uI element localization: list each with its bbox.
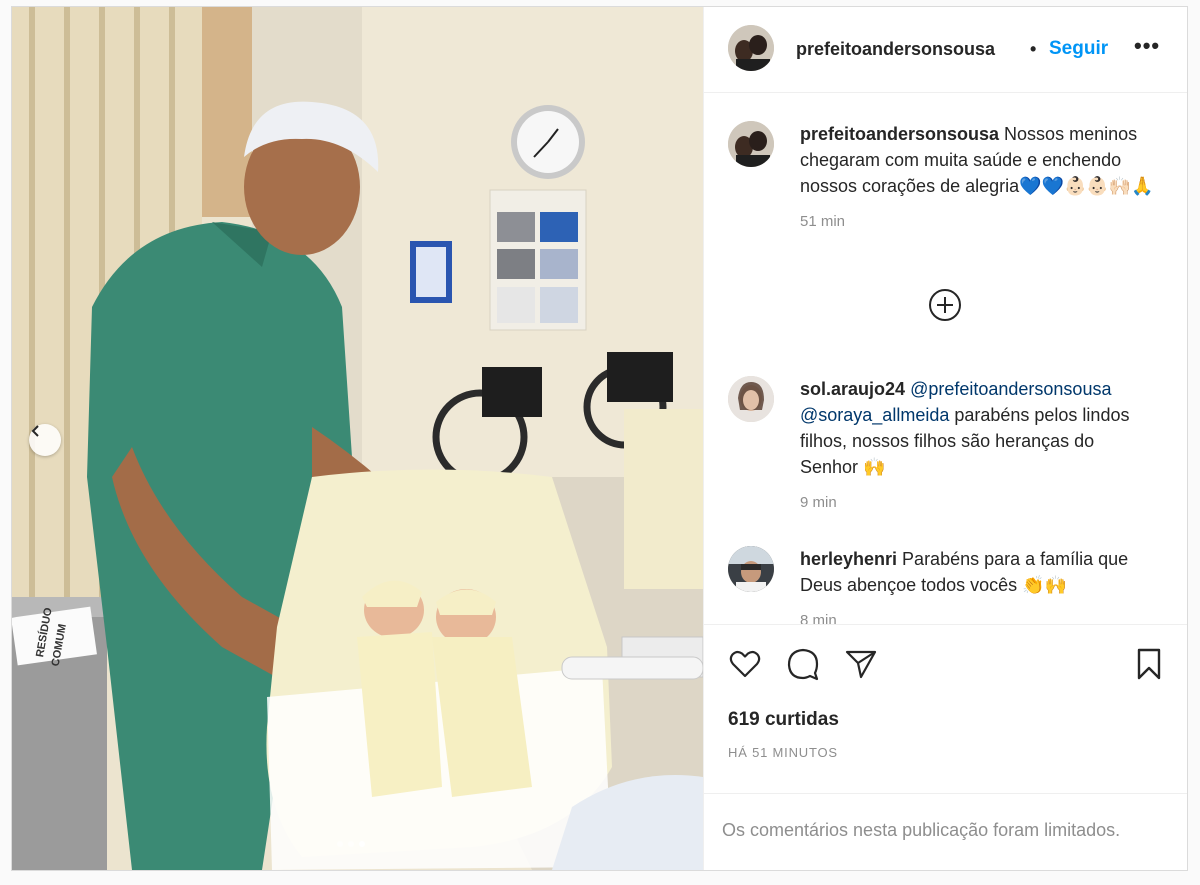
commenter-avatar[interactable] (728, 546, 774, 592)
carousel-indicator (337, 841, 365, 847)
comment-icon (787, 648, 819, 681)
plus-circle-icon (929, 289, 961, 321)
avatar-image (728, 546, 774, 592)
post-photo[interactable]: RESÍDUO COMUM (12, 7, 703, 870)
carousel-dot (348, 841, 354, 847)
post-modal: RESÍDUO COMUM prefeitoandersonsousa • Se… (11, 6, 1188, 871)
mention-link[interactable]: @soraya_allmeida (800, 405, 949, 425)
avatar-image (728, 25, 774, 71)
author-username[interactable]: prefeitoandersonsousa (796, 39, 995, 60)
caption-body: prefeitoandersonsousa Nossos meninos che… (800, 121, 1155, 231)
photo-illustration: RESÍDUO COMUM (12, 7, 703, 870)
post-sidebar: prefeitoandersonsousa • Seguir ••• prefe… (703, 7, 1187, 870)
save-button[interactable] (1132, 647, 1166, 681)
commenter-avatar[interactable] (728, 376, 774, 422)
post-header: prefeitoandersonsousa • Seguir ••• (704, 7, 1187, 93)
caption-time: 51 min (800, 213, 846, 230)
avatar-image (728, 121, 774, 167)
mention-link[interactable]: @prefeitoandersonsousa (910, 379, 1111, 399)
comment-button[interactable] (786, 647, 820, 681)
commenter-username[interactable]: sol.araujo24 (800, 379, 905, 399)
carousel-dot-active (359, 841, 365, 847)
heart-icon (729, 650, 761, 678)
comment-body: sol.araujo24 @prefeitoandersonsousa @sor… (800, 376, 1155, 512)
chevron-left-icon (31, 425, 39, 437)
comments-limited-notice: Os comentários nesta publicação foram li… (704, 793, 1187, 870)
commenter-username[interactable]: herleyhenri (800, 549, 897, 569)
comment-time[interactable]: 9 min (800, 494, 1155, 512)
more-options-icon[interactable]: ••• (1134, 33, 1160, 59)
caption-avatar[interactable] (728, 121, 774, 167)
header-separator: • (1030, 39, 1037, 59)
follow-button[interactable]: Seguir (1049, 38, 1108, 60)
post-timestamp[interactable]: HÁ 51 MINUTOS (728, 745, 838, 760)
comment-body: herleyhenri Parabéns para a família que … (800, 546, 1155, 624)
carousel-dot (337, 841, 343, 847)
carousel-prev-button[interactable] (29, 424, 61, 456)
like-button[interactable] (728, 647, 762, 681)
post-actions: 619 curtidas HÁ 51 MINUTOS (704, 624, 1187, 794)
avatar-image (728, 376, 774, 422)
comments-list[interactable]: prefeitoandersonsousa Nossos meninos che… (704, 94, 1187, 624)
caption-username[interactable]: prefeitoandersonsousa (800, 124, 999, 144)
like-count[interactable]: 619 curtidas (728, 709, 839, 731)
bookmark-icon (1137, 648, 1161, 680)
author-avatar[interactable] (728, 25, 774, 71)
load-more-comments-button[interactable] (928, 288, 962, 322)
comment-time[interactable]: 8 min (800, 612, 1155, 624)
share-icon (845, 650, 877, 679)
share-button[interactable] (844, 647, 878, 681)
